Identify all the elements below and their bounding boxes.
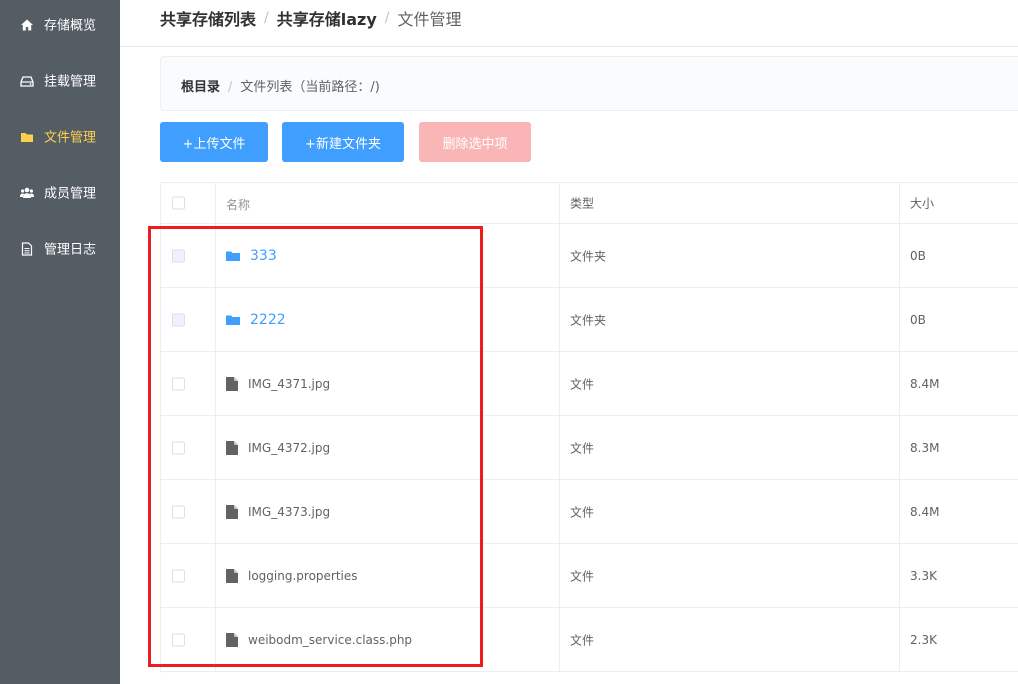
breadcrumb-separator: / <box>264 10 269 26</box>
table-row[interactable]: 2222 文件夹 0B <box>161 288 1018 352</box>
sidebar-item-label: 存储概览 <box>44 18 97 34</box>
row-size: 8.3M <box>910 440 940 455</box>
sidebar-item-label: 成员管理 <box>44 186 97 202</box>
file-icon <box>226 376 238 391</box>
row-type: 文件 <box>570 377 595 391</box>
header-divider <box>120 46 1018 47</box>
folder-name-link[interactable]: 333 <box>250 248 277 264</box>
folder-icon <box>20 129 34 143</box>
path-root-link[interactable]: 根目录 <box>181 80 220 95</box>
row-type: 文件 <box>570 505 595 519</box>
column-header-name[interactable]: 名称 <box>226 196 250 213</box>
row-checkbox[interactable] <box>172 633 185 646</box>
breadcrumb: 共享存储列表 / 共享存储lazy / 文件管理 <box>160 6 462 32</box>
sidebar-item-label: 挂载管理 <box>44 74 97 90</box>
sidebar-item-mount-management[interactable]: 挂载管理 <box>0 52 120 108</box>
document-icon <box>20 241 34 256</box>
row-checkbox[interactable] <box>172 313 185 326</box>
path-breadcrumb-box: 根目录 / 文件列表（当前路径：/) <box>160 56 1018 111</box>
row-type: 文件 <box>570 633 595 647</box>
breadcrumb-shared-storage-lazy[interactable]: 共享存储lazy <box>277 10 377 29</box>
file-table: 名称 类型 大小 333 文件夹 0B 2222 文件夹 0B IMG_4371… <box>160 182 1018 673</box>
users-icon <box>20 185 34 199</box>
file-name[interactable]: IMG_4371.jpg <box>248 377 330 391</box>
sidebar-item-label: 管理日志 <box>44 242 97 258</box>
path-current: 文件列表（当前路径：/) <box>240 80 380 95</box>
sidebar: 存储概览 挂载管理 文件管理 成员管理 管理日志 <box>0 0 120 684</box>
row-type: 文件夹 <box>570 313 607 327</box>
table-row[interactable]: IMG_4373.jpg 文件 8.4M <box>161 480 1018 544</box>
drive-icon <box>20 73 34 87</box>
row-type: 文件 <box>570 569 595 583</box>
folder-icon <box>226 251 240 261</box>
path-separator: / <box>228 80 233 95</box>
sidebar-item-management-log[interactable]: 管理日志 <box>0 220 120 276</box>
sidebar-item-file-management[interactable]: 文件管理 <box>0 108 120 164</box>
file-icon <box>226 504 238 519</box>
folder-name-link[interactable]: 2222 <box>250 312 286 328</box>
column-header-type[interactable]: 类型 <box>570 195 594 212</box>
sidebar-item-storage-overview[interactable]: 存储概览 <box>0 0 120 52</box>
row-size: 8.4M <box>910 376 940 391</box>
row-checkbox[interactable] <box>172 441 185 454</box>
table-row[interactable]: IMG_4372.jpg 文件 8.3M <box>161 416 1018 480</box>
upload-file-button[interactable]: +上传文件 <box>160 122 268 162</box>
row-checkbox[interactable] <box>172 377 185 390</box>
breadcrumb-separator: / <box>384 10 390 26</box>
row-size: 2.3K <box>910 632 937 647</box>
row-size: 8.4M <box>910 504 940 519</box>
home-icon <box>20 17 34 31</box>
breadcrumb-current-page: 文件管理 <box>397 10 462 29</box>
row-checkbox[interactable] <box>172 505 185 518</box>
row-size: 0B <box>910 312 926 327</box>
column-header-size[interactable]: 大小 <box>910 195 934 212</box>
folder-icon <box>226 315 240 325</box>
delete-selected-button[interactable]: 删除选中项 <box>419 122 531 162</box>
new-folder-button[interactable]: +新建文件夹 <box>282 122 404 162</box>
file-name[interactable]: weibodm_service.class.php <box>248 633 412 647</box>
row-size: 3.3K <box>910 568 937 583</box>
file-icon <box>226 568 238 583</box>
sidebar-item-label: 文件管理 <box>44 130 97 146</box>
row-checkbox[interactable] <box>172 249 185 262</box>
table-header-row: 名称 类型 大小 <box>161 183 1018 224</box>
file-icon <box>226 632 238 647</box>
table-row[interactable]: logging.properties 文件 3.3K <box>161 544 1018 608</box>
row-type: 文件夹 <box>570 249 607 263</box>
file-name[interactable]: logging.properties <box>248 569 358 583</box>
sidebar-item-member-management[interactable]: 成员管理 <box>0 164 120 220</box>
table-row[interactable]: weibodm_service.class.php 文件 2.3K <box>161 608 1018 672</box>
select-all-checkbox[interactable] <box>172 196 185 210</box>
table-row[interactable]: IMG_4371.jpg 文件 8.4M <box>161 352 1018 416</box>
file-icon <box>226 440 238 455</box>
row-checkbox[interactable] <box>172 569 185 582</box>
row-size: 0B <box>910 248 926 263</box>
file-name[interactable]: IMG_4372.jpg <box>248 441 330 455</box>
row-type: 文件 <box>570 441 595 455</box>
table-row[interactable]: 333 文件夹 0B <box>161 224 1018 288</box>
breadcrumb-shared-storage-list[interactable]: 共享存储列表 <box>160 10 256 29</box>
file-name[interactable]: IMG_4373.jpg <box>248 505 330 519</box>
